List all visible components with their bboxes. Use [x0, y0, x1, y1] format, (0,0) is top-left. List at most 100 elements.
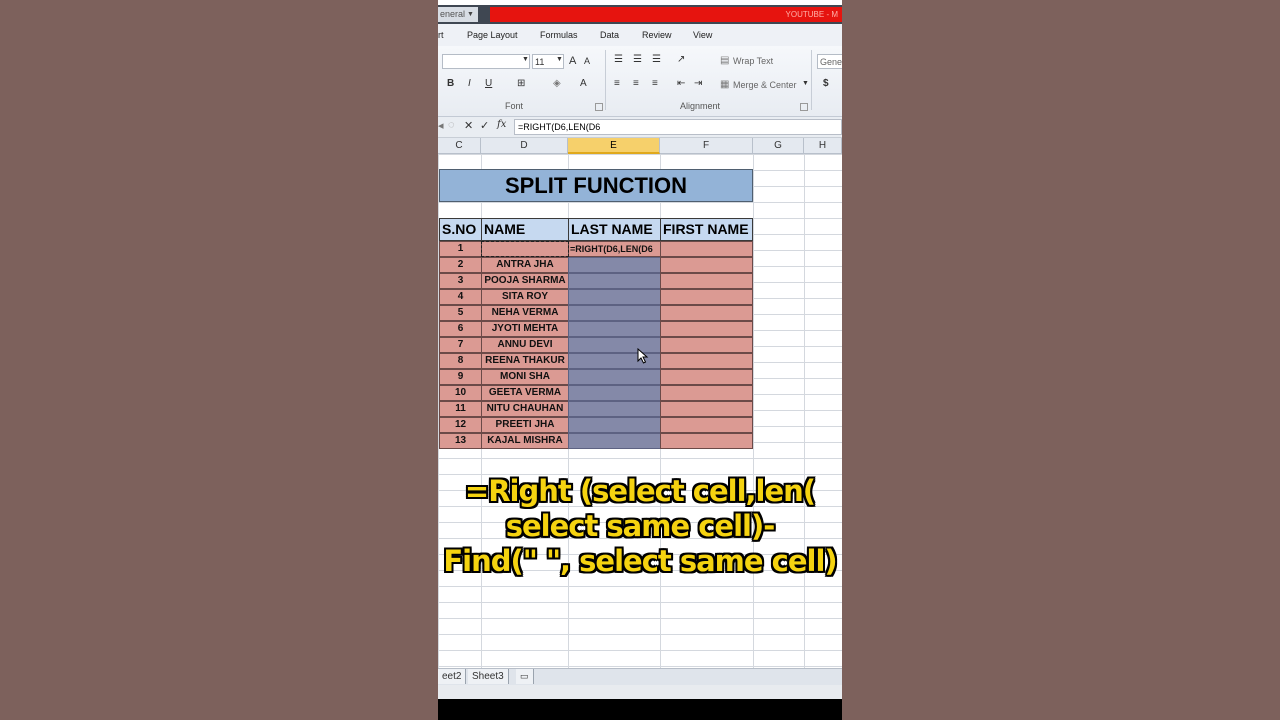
sheet-tab-sheet2[interactable]: eet2 [438, 669, 467, 684]
chevron-down-icon[interactable]: ▼ [522, 56, 529, 63]
cell-sno[interactable]: 4 [439, 289, 482, 305]
tab-review[interactable]: Review [642, 24, 672, 46]
cell-sno[interactable]: 2 [439, 257, 482, 273]
align-middle-icon[interactable]: ☰ [633, 54, 642, 65]
cell-first-name[interactable] [660, 305, 753, 321]
cell-last-name-selected[interactable] [568, 305, 661, 321]
column-header-d[interactable]: D [481, 138, 568, 154]
align-bottom-icon[interactable]: ☰ [652, 54, 661, 65]
insert-sheet-icon[interactable]: ▭ [516, 669, 534, 684]
number-format-box[interactable]: Gene [817, 54, 842, 69]
cell-name[interactable]: MONI SHA [481, 369, 569, 385]
italic-button[interactable]: I [468, 78, 471, 89]
fill-color-icon[interactable]: ◈ [553, 78, 561, 89]
tab-data[interactable]: Data [600, 24, 619, 46]
cell-name[interactable]: ANTRA JHA [481, 257, 569, 273]
cell-sno[interactable]: 7 [439, 337, 482, 353]
tab-page-layout[interactable]: Page Layout [467, 24, 518, 46]
header-cell-sno[interactable]: S.NO [439, 218, 482, 241]
align-center-icon[interactable]: ≡ [633, 78, 639, 89]
cell-first-name[interactable] [660, 257, 753, 273]
insert-function-button[interactable]: fx [497, 119, 506, 130]
header-cell-first-name[interactable]: FIRST NAME [660, 218, 753, 241]
cell-first-name[interactable] [660, 385, 753, 401]
column-header-h[interactable]: H [804, 138, 842, 154]
bold-button[interactable]: B [447, 78, 454, 89]
column-header-g[interactable]: G [753, 138, 804, 154]
orientation-icon[interactable]: ↗ [677, 54, 685, 65]
chevron-down-icon[interactable]: ▼ [467, 7, 474, 22]
cancel-icon[interactable]: ✕ [464, 119, 473, 132]
cell-sno[interactable]: 1 [439, 241, 482, 257]
font-dialog-launcher[interactable] [595, 103, 603, 111]
cell-sno[interactable]: 6 [439, 321, 482, 337]
column-header-c[interactable]: C [438, 138, 481, 154]
align-top-icon[interactable]: ☰ [614, 54, 623, 65]
font-size-box[interactable]: 11 ▼ [532, 54, 564, 69]
increase-indent-icon[interactable]: ⇥ [694, 78, 702, 89]
currency-button[interactable]: $ [823, 78, 829, 89]
cell-first-name[interactable] [660, 369, 753, 385]
cell-name[interactable]: POOJA SHARMA [481, 273, 569, 289]
cell-first-name[interactable] [660, 417, 753, 433]
cell-last-name-selected[interactable] [568, 401, 661, 417]
formula-input[interactable]: =RIGHT(D6,LEN(D6 [514, 119, 842, 135]
worksheet-grid[interactable]: SPLIT FUNCTION S.NO NAME LAST NAME FIRST… [438, 154, 842, 668]
active-cell-editor[interactable]: =RIGHT(D6,LEN(D6 [568, 241, 661, 257]
name-box[interactable]: eneral ▼ [438, 7, 478, 22]
cell-last-name-selected[interactable] [568, 433, 661, 449]
cell-first-name[interactable] [660, 353, 753, 369]
cell-last-name-selected[interactable] [568, 257, 661, 273]
chevron-down-icon[interactable]: ▼ [556, 56, 563, 63]
chevron-down-icon[interactable]: ▼ [802, 80, 809, 87]
cell-last-name-selected[interactable] [568, 417, 661, 433]
column-header-f[interactable]: F [660, 138, 753, 154]
header-cell-last-name[interactable]: LAST NAME [568, 218, 661, 241]
cell-name[interactable]: KAJAL MISHRA [481, 433, 569, 449]
tab-insert[interactable]: rt [438, 24, 444, 46]
wrap-text-button[interactable]: Wrap Text [733, 56, 773, 66]
cell-name[interactable]: GEETA VERMA [481, 385, 569, 401]
cell-first-name[interactable] [660, 321, 753, 337]
cell-name[interactable]: JYOTI MEHTA [481, 321, 569, 337]
enter-icon[interactable]: ✓ [480, 119, 489, 132]
cell-first-name[interactable] [660, 241, 753, 257]
tab-view[interactable]: View [693, 24, 712, 46]
cell-first-name[interactable] [660, 289, 753, 305]
cell-last-name-selected[interactable] [568, 369, 661, 385]
merge-center-button[interactable]: Merge & Center [733, 80, 797, 90]
cell-sno[interactable]: 9 [439, 369, 482, 385]
cell-sno[interactable]: 11 [439, 401, 482, 417]
tab-formulas[interactable]: Formulas [540, 24, 578, 46]
cell-first-name[interactable] [660, 273, 753, 289]
expand-icon[interactable]: ◂ [438, 119, 444, 132]
cell-sno[interactable]: 3 [439, 273, 482, 289]
cell-first-name[interactable] [660, 433, 753, 449]
header-cell-name[interactable]: NAME [481, 218, 569, 241]
decrease-indent-icon[interactable]: ⇤ [677, 78, 685, 89]
underline-button[interactable]: U [485, 78, 492, 89]
cell-last-name-selected[interactable] [568, 385, 661, 401]
cell-name[interactable]: NITU CHAUHAN [481, 401, 569, 417]
cell-sno[interactable]: 13 [439, 433, 482, 449]
cell-first-name[interactable] [660, 401, 753, 417]
cell-sno[interactable]: 12 [439, 417, 482, 433]
cell-first-name[interactable] [660, 337, 753, 353]
cell-name[interactable]: REENA THAKUR [481, 353, 569, 369]
font-name-box[interactable]: ▼ [442, 54, 530, 69]
cell-sno[interactable]: 10 [439, 385, 482, 401]
cell-sno[interactable]: 5 [439, 305, 482, 321]
cell-last-name-selected[interactable] [568, 321, 661, 337]
borders-icon[interactable]: ⊞ [517, 78, 525, 89]
cell-name[interactable]: PREETI JHA [481, 417, 569, 433]
font-color-icon[interactable]: A [580, 78, 587, 89]
cell-name[interactable]: ANNU DEVI [481, 337, 569, 353]
align-right-icon[interactable]: ≡ [652, 78, 658, 89]
alignment-dialog-launcher[interactable] [800, 103, 808, 111]
column-header-e[interactable]: E [568, 138, 660, 154]
cell-sno[interactable]: 8 [439, 353, 482, 369]
grow-font-icon[interactable]: A [569, 55, 576, 67]
sheet-title-cell[interactable]: SPLIT FUNCTION [439, 169, 753, 202]
sheet-tab-sheet3[interactable]: Sheet3 [468, 669, 509, 684]
cell-last-name-selected[interactable] [568, 289, 661, 305]
